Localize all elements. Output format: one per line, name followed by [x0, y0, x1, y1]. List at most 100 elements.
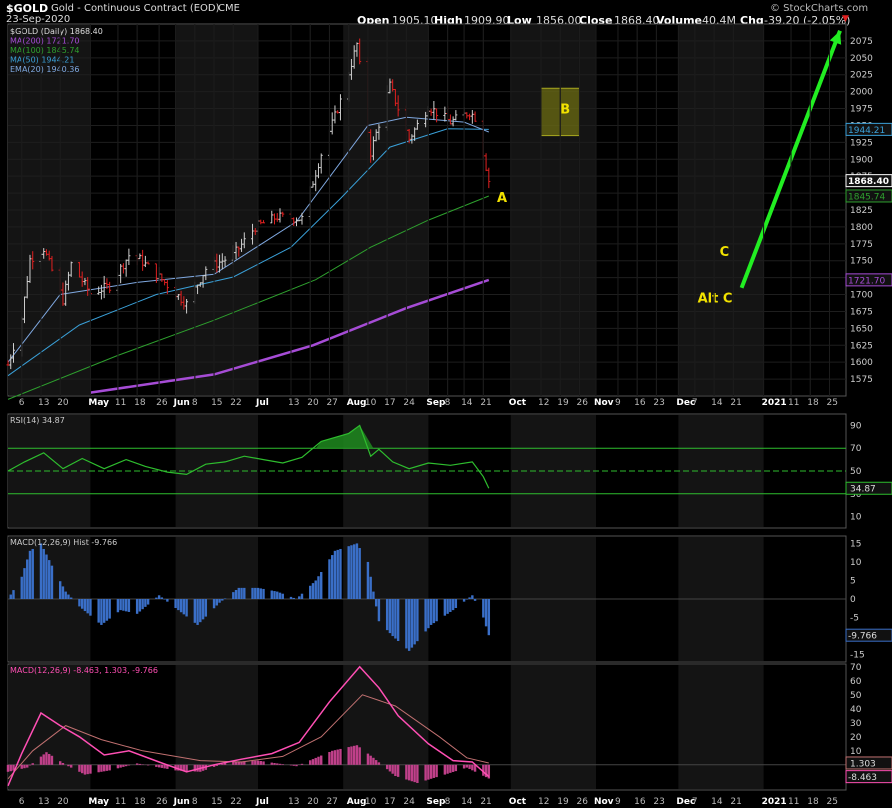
macd-hist-bar	[237, 587, 240, 599]
macd-hist-bar	[454, 599, 458, 608]
macd-hist-bar	[124, 599, 128, 612]
macd-hist-bar	[67, 594, 70, 599]
bottom-x-tick-label: 6	[19, 797, 25, 807]
macd-hist-bar	[276, 763, 279, 765]
macd-hist-bar	[416, 764, 419, 783]
price-x-tick-label: 12	[538, 398, 549, 408]
macd-hist-bar	[443, 599, 447, 616]
macd-hist-bar	[407, 764, 411, 781]
macd-hist-bar	[339, 548, 342, 599]
macd-hist-bar	[232, 592, 235, 599]
macd-hist-bar	[336, 549, 339, 599]
macd-hist-bar	[78, 599, 81, 607]
macd-hist-bar	[119, 764, 122, 768]
macd-hist-bar	[468, 597, 471, 599]
bottom-x-tick-label: 10	[365, 797, 377, 807]
wave-label-a: A	[497, 191, 507, 206]
macd-hist-bar	[69, 764, 73, 768]
macd-hist-bar	[394, 599, 397, 639]
rsi-y-tick-label: 10	[850, 513, 862, 523]
macd-hist-bar	[435, 764, 438, 778]
macd-hist-bar	[146, 599, 150, 605]
macd-hist-bar	[270, 762, 273, 765]
macd-hist-bar	[388, 599, 392, 634]
macd-hist-bar	[127, 764, 131, 766]
bottom-x-tick-label: Jul	[255, 797, 269, 807]
macd-month-band	[8, 665, 91, 789]
macd-hist-bar	[23, 764, 26, 769]
hist-y-tick-label: 15	[850, 539, 861, 549]
macd-hist-bar	[179, 599, 183, 613]
price-value-label: 1944.21	[848, 126, 885, 136]
macd-hist-bar	[473, 599, 477, 601]
bottom-x-tick-label: 20	[307, 797, 319, 807]
macd-hist-bar	[254, 587, 257, 599]
macd-hist-bar	[427, 764, 430, 780]
macd-hist-bar	[100, 764, 103, 772]
macd-hist-bar	[394, 764, 397, 776]
bottom-x-tick-label: 14	[711, 797, 723, 807]
bottom-x-tick-label: 22	[230, 797, 241, 807]
price-x-tick-label: 13	[38, 398, 49, 408]
wave-label-c: C	[720, 245, 730, 260]
macd-hist-bar	[124, 764, 128, 767]
macd-hist-bar	[61, 586, 65, 599]
macd-hist-bar	[163, 764, 166, 769]
macd-hist-bar	[31, 548, 34, 599]
macd-hist-bar	[295, 764, 298, 767]
macd-hist-bar	[163, 599, 166, 600]
macd-month-band	[678, 665, 764, 789]
macd-hist-bar	[185, 599, 188, 617]
macd-hist-bar	[102, 599, 106, 623]
macd-hist-bar	[281, 593, 284, 599]
macd-hist-bar	[465, 764, 469, 768]
macd-hist-bar	[278, 592, 282, 599]
price-x-tick-label: 22	[230, 398, 241, 408]
macd-hist-bar	[320, 572, 323, 599]
macd-hist-bar	[372, 757, 375, 765]
macd-hist-bar	[328, 751, 331, 765]
bottom-x-tick-label: Aug	[347, 797, 367, 807]
macd-hist-bar	[449, 764, 452, 773]
macd-hist-bar	[262, 761, 265, 765]
price-x-tick-label: 15	[211, 398, 222, 408]
macd-hist-bar	[451, 599, 455, 611]
price-x-tick-label: 11	[788, 398, 799, 408]
macd-hist-bar	[465, 599, 469, 600]
macd-hist-bar	[309, 760, 312, 765]
bottom-x-tick-label: 27	[326, 797, 337, 807]
macd-month-band	[510, 665, 596, 789]
price-x-tick-label: 7	[692, 398, 698, 408]
macd-hist-bar	[278, 763, 282, 765]
price-x-tick-label: 21	[480, 398, 491, 408]
macd-hist-bar	[289, 596, 293, 599]
bottom-x-tick-label: Nov	[594, 797, 614, 807]
macd-hist-bar	[122, 764, 125, 767]
bottom-x-tick-label: 26	[156, 797, 168, 807]
hist-y-tick-label: -15	[850, 651, 865, 661]
macd-hist-bar	[80, 599, 84, 609]
rsi-y-tick-label: 50	[850, 467, 862, 477]
price-x-tick-label: 10	[365, 398, 377, 408]
bottom-x-tick-label: May	[88, 797, 109, 807]
price-legend-entry: MA(100) 1845.74	[10, 46, 80, 55]
bottom-x-tick-label: 23	[653, 797, 664, 807]
price-legend-entry: EMA(20) 1940.36	[10, 65, 79, 74]
macd-hist-bar	[352, 745, 356, 765]
macd-hist-bar	[446, 599, 449, 614]
macd-hist-bar	[80, 764, 84, 774]
macd-hist-bar	[127, 599, 131, 612]
price-y-tick-label: 1925	[850, 138, 873, 148]
macd-hist-bar	[67, 764, 70, 767]
macd-hist-bar	[97, 599, 100, 623]
macd-hist-bar	[23, 568, 26, 599]
macd-hist-bar	[116, 764, 120, 769]
price-x-tick-label: Sep	[426, 398, 446, 408]
macd-hist-bar	[482, 599, 485, 618]
macd-hist-bar	[391, 764, 394, 774]
bottom-x-tick-label: 11	[788, 797, 799, 807]
bottom-x-tick-label: 12	[538, 797, 549, 807]
macd-hist-bar	[78, 764, 81, 772]
macd-hist-bar	[42, 548, 45, 599]
macd-legend: MACD(12,26,9) -8.463, 1.303, -9.766	[10, 666, 158, 675]
